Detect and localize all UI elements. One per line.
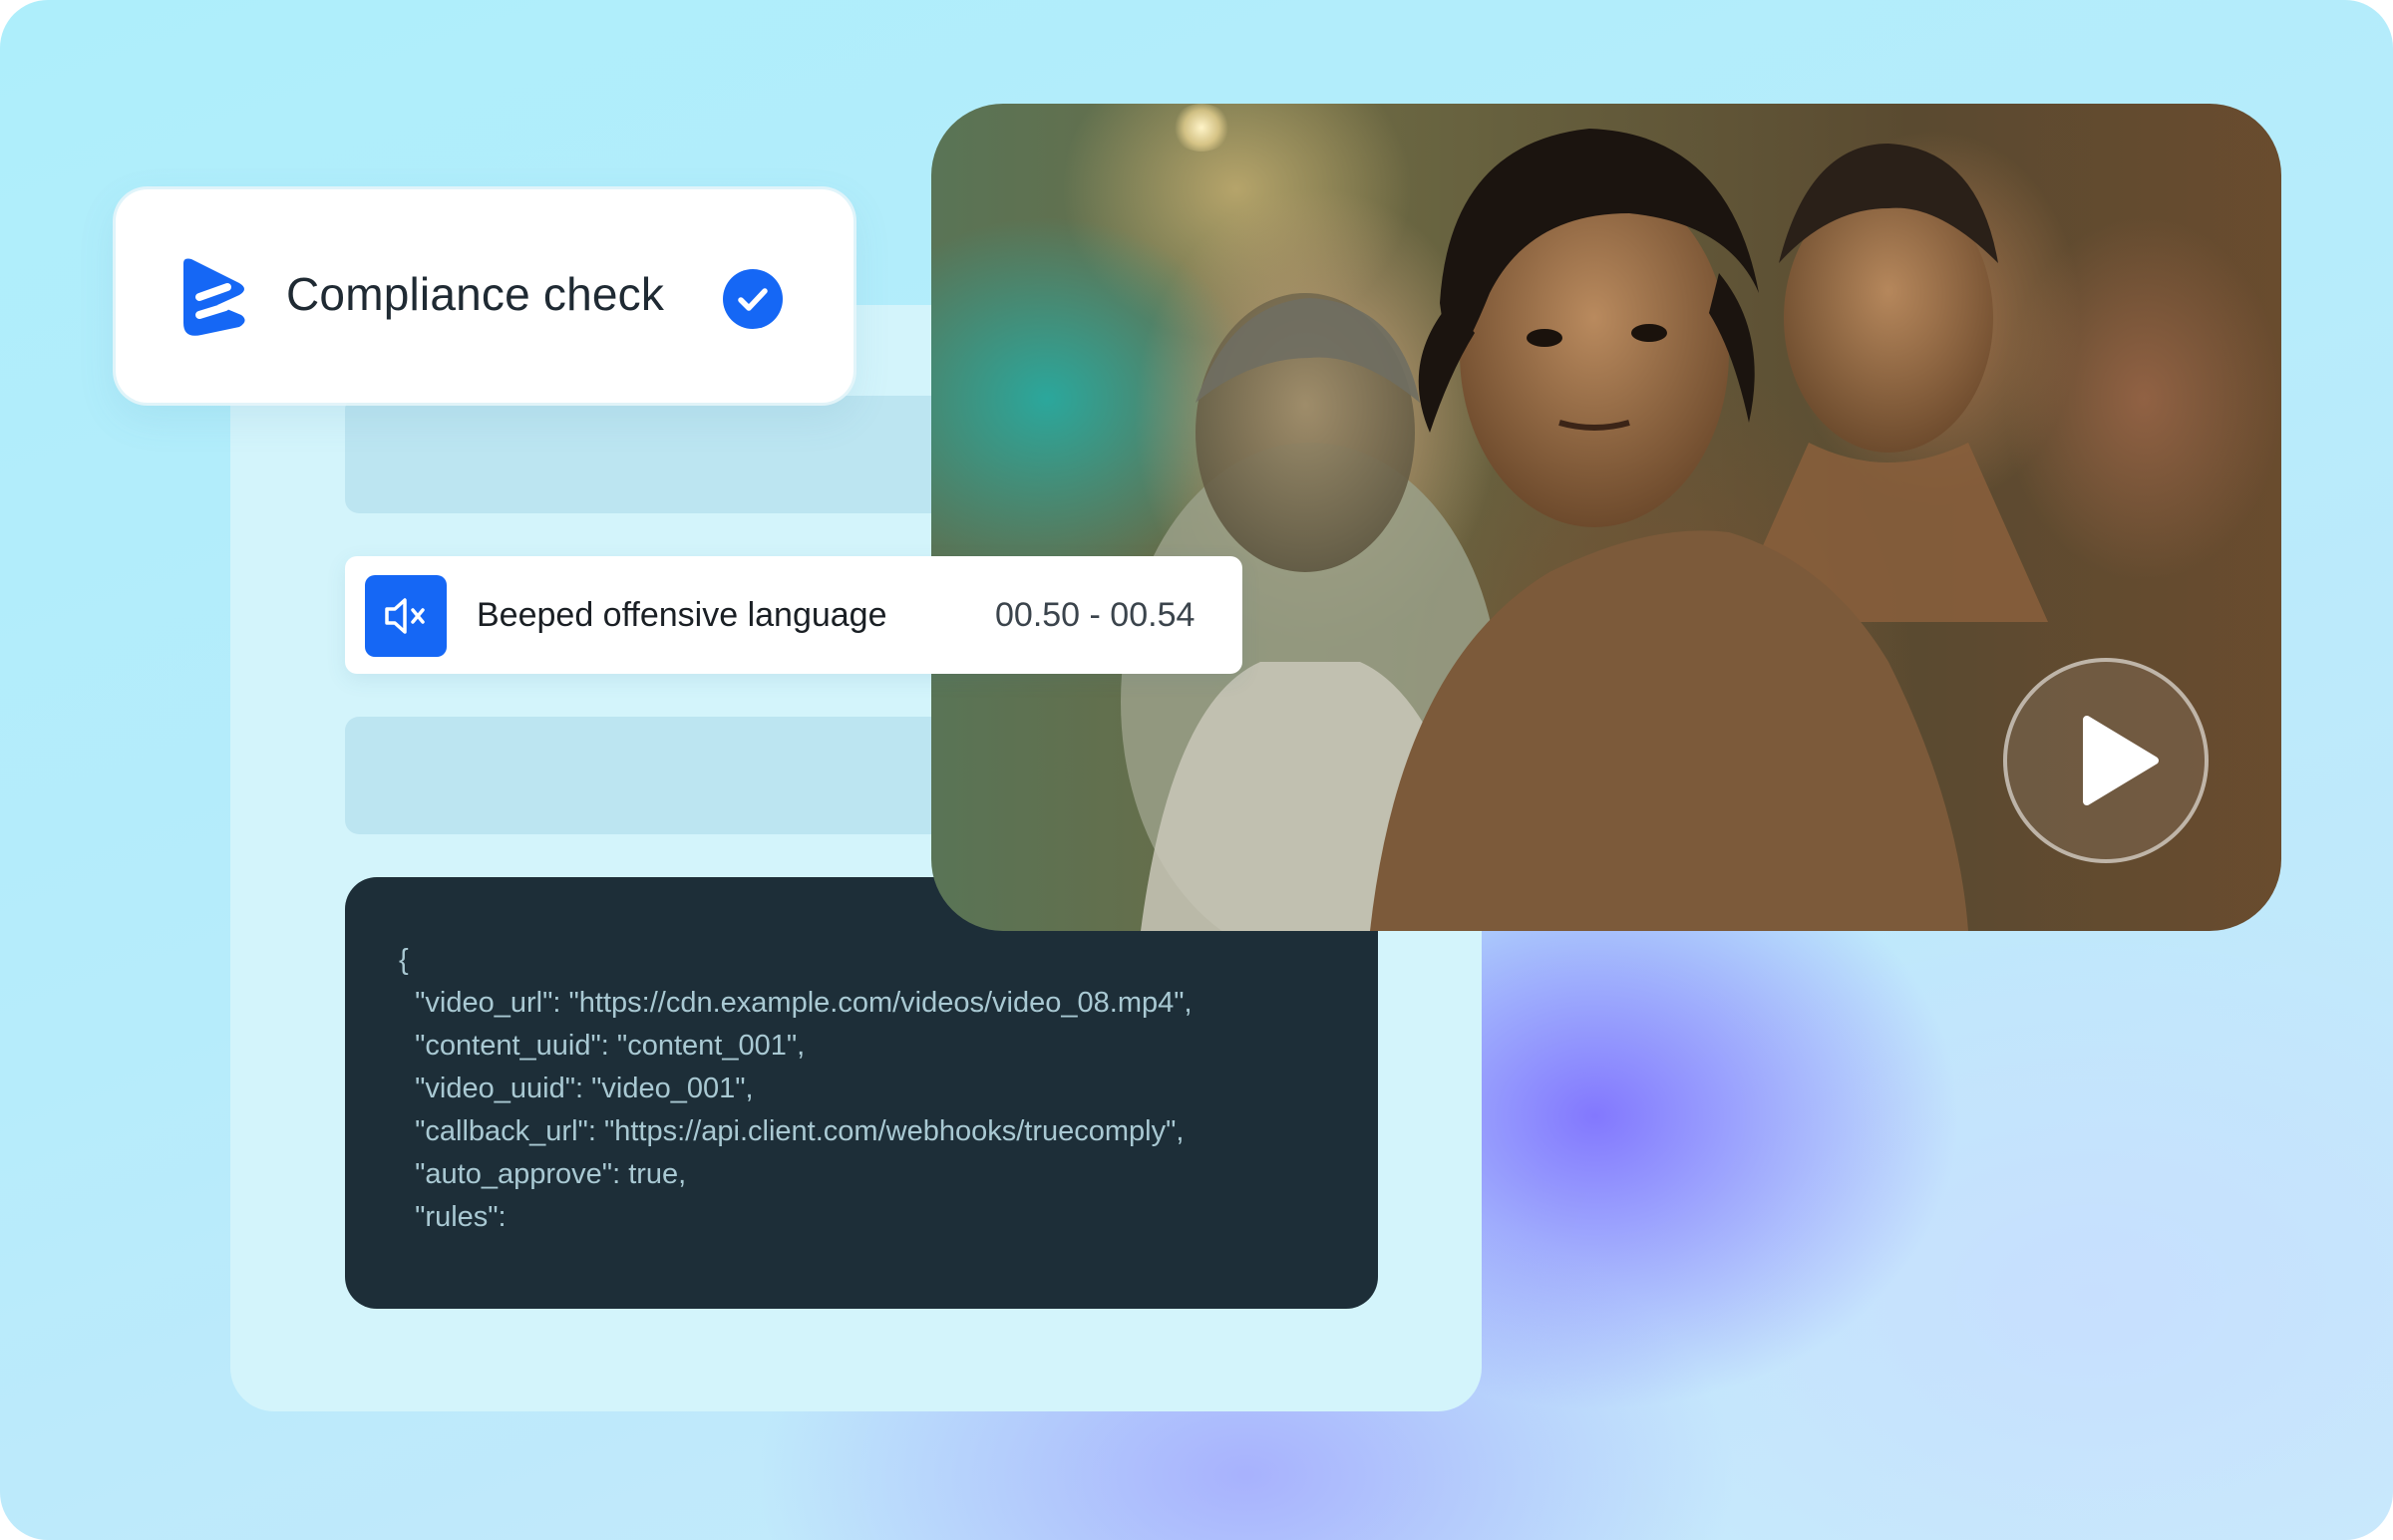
beep-event-time: 00.50 - 00.54 bbox=[995, 596, 1196, 634]
play-button[interactable] bbox=[2003, 658, 2209, 863]
brand-logo-icon bbox=[183, 258, 245, 336]
code-lines: { "video_url": "https://cdn.example.com/… bbox=[399, 939, 1193, 1239]
compliance-title: Compliance check bbox=[286, 268, 665, 320]
code-line: "video_uuid": "video_001", bbox=[399, 1073, 754, 1104]
play-icon bbox=[2083, 716, 2159, 805]
background: { "video_url": "https://cdn.example.com/… bbox=[0, 0, 2393, 1540]
code-line: "rules": bbox=[399, 1201, 507, 1233]
check-circle-icon bbox=[723, 269, 783, 329]
code-line: "callback_url": "https://api.client.com/… bbox=[399, 1115, 1185, 1147]
beep-event-label: Beeped offensive language bbox=[477, 596, 887, 634]
mute-icon bbox=[385, 598, 425, 634]
code-line: "auto_approve": true, bbox=[399, 1158, 687, 1190]
code-line: "content_uuid": "content_001", bbox=[399, 1030, 806, 1062]
code-line: "video_url": "https://cdn.example.com/vi… bbox=[399, 987, 1193, 1019]
mute-icon-button bbox=[365, 575, 447, 657]
code-line: { bbox=[399, 944, 409, 976]
